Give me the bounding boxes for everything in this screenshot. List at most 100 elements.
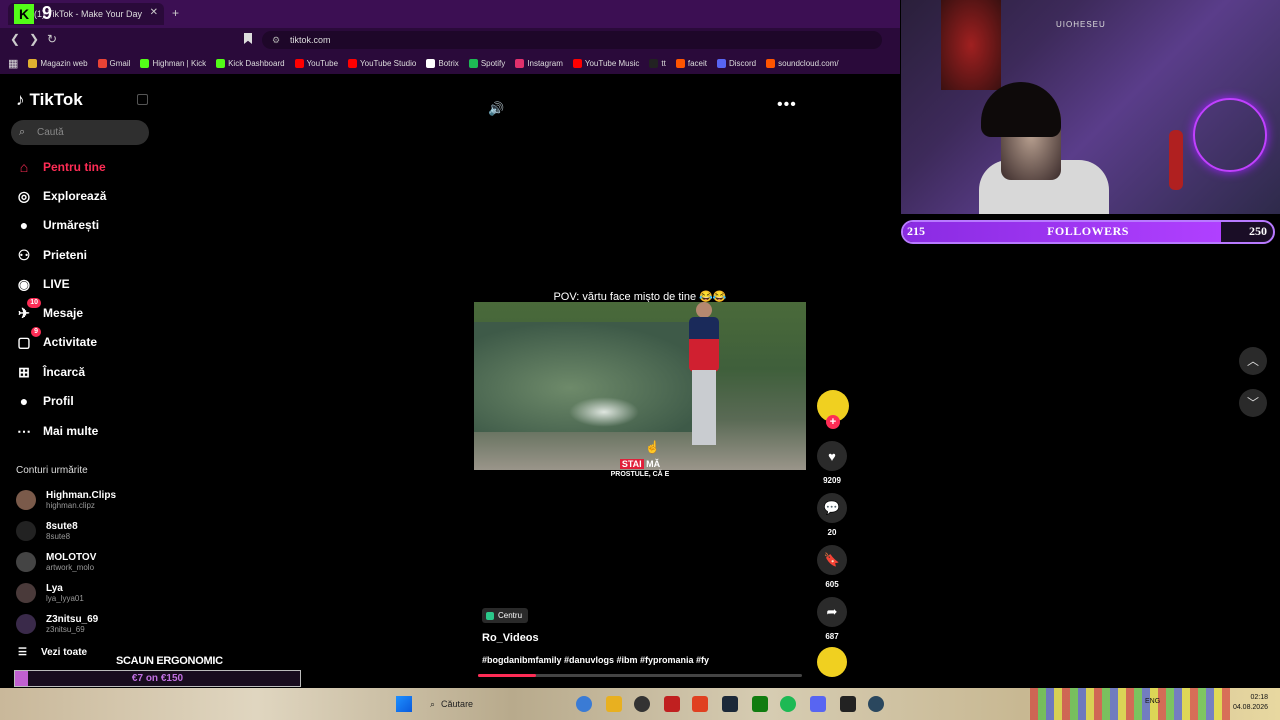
more-options-icon[interactable]: ••• [777, 96, 797, 114]
location-tag[interactable]: Centru [482, 608, 529, 623]
bookmark-item[interactable]: Spotify [468, 58, 505, 68]
comment-button[interactable]: 💬 [817, 493, 847, 523]
new-tab-icon[interactable]: + [172, 6, 179, 20]
sidebar-item-mai-multe[interactable]: ⋯ Mai multe [15, 420, 98, 442]
bookmark-label: Highman | Kick [152, 58, 207, 68]
bookmark-item[interactable]: tt [649, 58, 666, 68]
previous-video-chevron-up-icon[interactable]: ︿ [1239, 347, 1267, 375]
account-name: 8sute8 [46, 521, 78, 532]
back-icon[interactable]: ❮ [10, 32, 20, 46]
bookmark-favicon-icon [216, 58, 226, 68]
share-button[interactable]: ➦ [817, 597, 847, 627]
spotify-taskbar-icon[interactable] [780, 696, 796, 712]
bookmark-favicon-icon [717, 58, 726, 68]
account-text: 8sute8 8sute8 [46, 521, 78, 541]
volume-icon[interactable]: 🔊 [488, 101, 504, 117]
bookmark-item[interactable]: YouTube Music [572, 58, 639, 68]
bookmark-item[interactable]: Highman | Kick [140, 58, 207, 68]
bookmark-favicon-icon [426, 58, 436, 68]
tiktok-logo[interactable]: ♪ TikTok [16, 90, 83, 110]
like-button[interactable]: ♥ [817, 441, 847, 471]
reload-icon[interactable]: ↻ [47, 32, 57, 46]
bookmark-label: soundcloud.com/ [778, 58, 839, 68]
sidebar-item-explorează[interactable]: ◎ Explorează [15, 185, 106, 207]
search-input[interactable]: ⌕ Caută [11, 120, 149, 145]
following-account[interactable]: Z3nitsu_69 z3nitsu_69 [16, 611, 98, 637]
home-icon: ⌂ [19, 159, 29, 175]
bookmark-item[interactable]: Instagram [515, 58, 563, 68]
avatar [16, 614, 36, 634]
bookmark-favicon-icon [572, 58, 582, 68]
bookmark-item[interactable]: Botrix [426, 58, 459, 68]
list-icon: ☰ [18, 647, 27, 658]
sidebar-item-mesaje[interactable]: ✈ 10 Mesaje [15, 298, 83, 324]
video-person-legs [692, 370, 716, 445]
next-video-chevron-down-icon[interactable]: ﹀ [1239, 389, 1267, 417]
sidebar-item-label: Urmărești [43, 218, 100, 232]
video-app-taskbar-icon[interactable] [664, 696, 680, 712]
webcam-overlay: UIOHESEU [901, 0, 1280, 214]
tab-close-icon[interactable]: ✕ [150, 7, 158, 18]
sidebar-item-live[interactable]: ◉ LIVE [15, 273, 70, 295]
site-info-icon[interactable]: ⚙ [272, 31, 280, 49]
bookmark-item[interactable]: Discord [717, 58, 756, 68]
bookmark-item[interactable]: YouTube [294, 58, 338, 68]
activity-icon: ▢ 9 [15, 327, 41, 351]
forward-icon[interactable]: ❯ [29, 32, 39, 46]
app-taskbar-icon[interactable] [840, 696, 856, 712]
see-all-link[interactable]: ☰ Vezi toate [18, 647, 87, 658]
save-count: 605 [825, 580, 839, 589]
chair-goal-label: SCAUN ERGONOMIC [116, 655, 223, 667]
following-account[interactable]: MOLOTOV artwork_molo [16, 549, 96, 575]
upload-icon: ⊞ [18, 363, 30, 380]
music-disc-avatar[interactable] [817, 647, 847, 677]
following-account[interactable]: 8sute8 8sute8 [16, 518, 78, 544]
xbox-taskbar-icon[interactable] [752, 696, 768, 712]
search-icon: ⌕ [19, 126, 26, 138]
cam-wall-art [941, 0, 1001, 90]
apps-grid-icon[interactable]: ▦ [8, 57, 18, 70]
cam-neon-pentagram [1193, 98, 1267, 172]
bookmark-item[interactable]: faceit [675, 58, 707, 68]
collapse-sidebar-icon[interactable] [137, 94, 148, 105]
brave-taskbar-icon[interactable] [692, 696, 708, 712]
sidebar-item-label: Pentru tine [43, 160, 106, 174]
windows-start-icon[interactable] [396, 696, 412, 712]
bookmark-item[interactable]: Kick Dashboard [216, 58, 285, 68]
url-field[interactable]: ⚙ tiktok.com [262, 31, 882, 49]
follow-plus-icon[interactable]: + [826, 415, 840, 429]
following-account[interactable]: Lya lya_lyya01 [16, 580, 84, 606]
account-text: Lya lya_lyya01 [46, 583, 84, 603]
bookmark-label: faceit [687, 58, 707, 68]
sidebar-item-încarcă[interactable]: ⊞ Încarcă [15, 361, 85, 383]
sidebar-item-prieteni[interactable]: ⚇ Prieteni [15, 244, 87, 266]
bookmark-item[interactable]: soundcloud.com/ [766, 58, 839, 68]
save-button[interactable]: 🔖 [817, 545, 847, 575]
sidebar-item-pentru-tine[interactable]: ⌂ Pentru tine [15, 156, 106, 178]
video-subtitle-line2: PROSTULE, CĂ E [610, 471, 670, 478]
bookmark-label: YouTube Studio [360, 58, 417, 68]
following-account[interactable]: Highman.Clips highman.clipz [16, 487, 116, 513]
avatar [16, 583, 36, 603]
sidebar-item-profil[interactable]: ● Profil [15, 390, 74, 412]
steam-taskbar-icon[interactable] [722, 696, 738, 712]
bookmark-favicon-icon [649, 58, 659, 68]
tray-language[interactable]: ENG [1145, 698, 1160, 705]
bookmark-item[interactable]: YouTube Studio [348, 58, 417, 68]
video-hashtags[interactable]: #bogdanibmfamily #danuvlogs #ibm #fyprom… [482, 655, 709, 665]
discord-taskbar-icon[interactable] [810, 696, 826, 712]
video-author[interactable]: Ro_Videos [482, 632, 539, 644]
sidebar-item-urmărești[interactable]: ● Urmărești [15, 214, 99, 236]
taskbar-clock[interactable]: 02:18 04.08.2026 [1228, 693, 1268, 713]
taskbar-search-label: Căutare [441, 699, 474, 709]
video-player[interactable] [474, 302, 806, 470]
chrome-taskbar-icon[interactable] [576, 696, 592, 712]
taskbar-search[interactable]: ⌕ Căutare [424, 694, 564, 714]
account-text: Highman.Clips highman.clipz [46, 490, 116, 510]
bookmark-item[interactable]: Magazin web [28, 58, 88, 68]
steam-alt-taskbar-icon[interactable] [868, 696, 884, 712]
sidebar-item-activitate[interactable]: ▢ 9 Activitate [15, 327, 97, 353]
bookmark-item[interactable]: Gmail [97, 58, 130, 68]
explorer-taskbar-icon[interactable] [606, 696, 622, 712]
obs-taskbar-icon[interactable] [634, 696, 650, 712]
